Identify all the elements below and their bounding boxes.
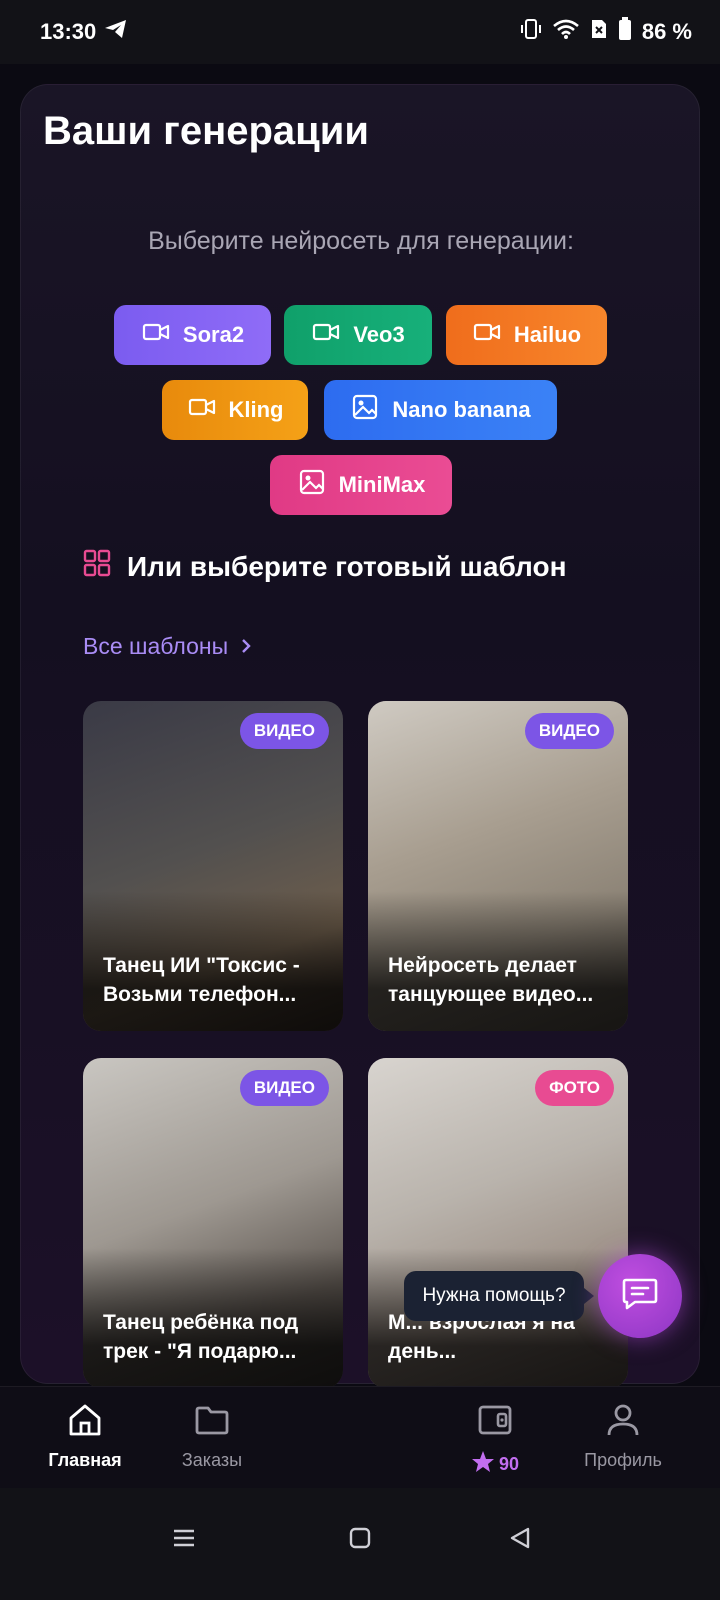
nav-home-label: Главная	[48, 1450, 122, 1470]
all-templates-link[interactable]: Все шаблоны	[83, 633, 252, 660]
template-title: Танец ребёнка под трек - "Я подарю...	[103, 1311, 299, 1363]
video-badge: ВИДЕО	[239, 1070, 329, 1106]
video-icon	[187, 392, 217, 428]
model-label: Kling	[228, 397, 284, 422]
model-label: MiniMax	[338, 472, 426, 497]
stars-count: 90	[498, 1454, 520, 1474]
model-label: Veo3	[353, 322, 405, 347]
template-title: Танец ИИ "Токсис - Возьми телефон...	[103, 954, 300, 1006]
template-card[interactable]: ВИДЕО Танец ИИ "Токсис - Возьми телефон.…	[83, 701, 343, 1031]
telegram-icon	[104, 18, 128, 46]
nav-home[interactable]: Главная	[48, 1401, 122, 1471]
nav-wallet[interactable]: 90	[460, 1401, 530, 1479]
model-button-veo3[interactable]: Veo3	[284, 305, 432, 365]
home-square-icon[interactable]	[349, 1526, 371, 1555]
user-icon	[604, 1401, 642, 1444]
chat-icon	[621, 1276, 659, 1317]
model-button-sora2[interactable]: Sora2	[114, 305, 271, 365]
templates-heading-text: Или выберите готовый шаблон	[127, 550, 567, 582]
model-button-hailuo[interactable]: Hailuo	[446, 305, 607, 365]
nav-orders-label: Заказы	[181, 1450, 243, 1470]
templates-heading: Или выберите готовый шаблон	[83, 549, 566, 584]
nav-profile-label: Профиль	[584, 1450, 662, 1470]
image-icon	[350, 392, 380, 428]
nav-profile[interactable]: Профиль	[582, 1401, 664, 1471]
video-badge: ВИДЕО	[524, 713, 614, 749]
system-nav-bar	[0, 1488, 720, 1600]
template-title: Нейросеть делает танцующее видео...	[388, 954, 594, 1006]
model-label: Hailuo	[513, 322, 582, 347]
grid-icon	[83, 549, 111, 584]
video-icon	[141, 317, 171, 353]
image-icon	[297, 467, 327, 503]
video-badge: ВИДЕО	[239, 713, 329, 749]
clock: 13:30	[40, 19, 97, 44]
battery-percent: 86 %	[641, 19, 692, 44]
video-icon	[311, 317, 341, 353]
vibrate-icon	[520, 17, 542, 47]
model-button-minimax[interactable]: MiniMax	[270, 455, 452, 515]
menu-icon[interactable]	[172, 1526, 196, 1555]
photo-badge: ФОТО	[535, 1070, 614, 1106]
video-icon	[472, 317, 502, 353]
model-button-kling[interactable]: Kling	[162, 380, 308, 440]
model-label: Nano banana	[392, 397, 531, 422]
chat-button[interactable]	[598, 1254, 682, 1338]
subtitle: Выберите нейросеть для генерации:	[148, 227, 574, 255]
home-icon	[66, 1401, 104, 1444]
folder-icon	[193, 1401, 231, 1444]
stars-balance: 90	[471, 1450, 519, 1479]
chevron-right-icon	[240, 633, 252, 660]
wifi-icon	[552, 18, 580, 46]
star-icon	[471, 1450, 495, 1479]
all-templates-label: Все шаблоны	[83, 633, 229, 659]
battery-icon	[618, 17, 632, 47]
template-card[interactable]: ВИДЕО Нейросеть делает танцующее видео..…	[368, 701, 628, 1031]
help-tooltip[interactable]: Нужна помощь?	[404, 1271, 594, 1321]
no-sim-icon	[590, 18, 608, 46]
model-label: Sora2	[182, 322, 245, 347]
model-button-nano-banana[interactable]: Nano banana	[324, 380, 557, 440]
generations-panel: Ваши генерации Выберите нейросеть для ге…	[20, 84, 700, 1388]
back-triangle-icon[interactable]	[508, 1526, 532, 1555]
template-card[interactable]: ФОТО М... взрослая я на день...	[368, 1058, 628, 1388]
page-title: Ваши генерации	[43, 109, 369, 153]
status-bar: 13:30 86 %	[0, 0, 720, 64]
nav-orders[interactable]: Заказы	[176, 1401, 248, 1471]
template-card[interactable]: ВИДЕО Танец ребёнка под трек - "Я подарю…	[83, 1058, 343, 1388]
wallet-icon	[476, 1401, 514, 1444]
bottom-nav: Главная Заказы 90 Профиль	[0, 1386, 720, 1488]
